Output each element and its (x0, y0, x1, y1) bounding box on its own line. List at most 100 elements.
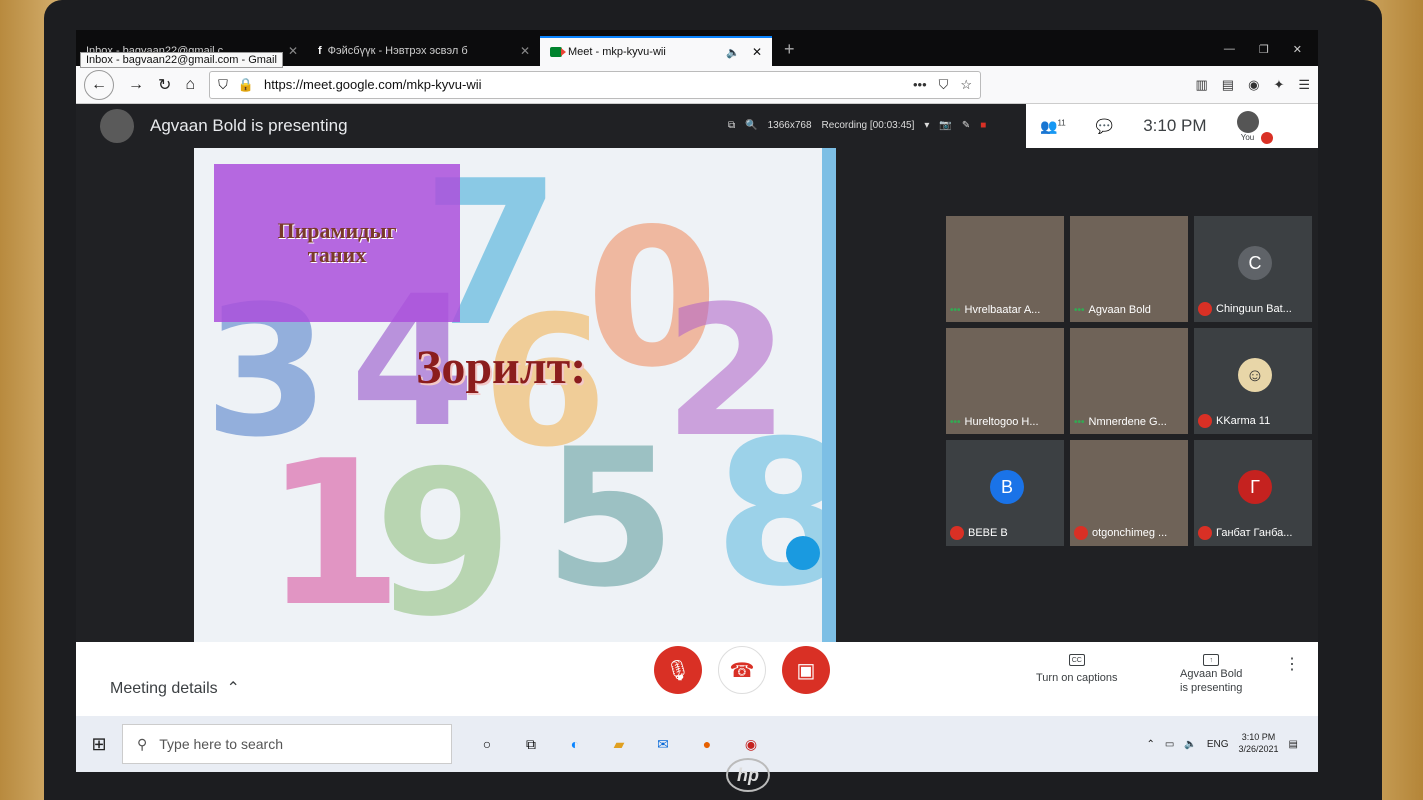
edge-icon[interactable]: ◐ (564, 733, 586, 755)
mail-icon[interactable]: ✉ (652, 733, 674, 755)
close-icon[interactable]: ✕ (752, 45, 762, 59)
participant-name: ••• Agvaan Bold (1074, 304, 1151, 316)
copy-icon[interactable]: ⧉ (728, 120, 735, 131)
tab-label: Meet - mkp-kyvu-wii (568, 46, 666, 58)
close-icon[interactable]: ✕ (288, 44, 298, 58)
avatar (100, 109, 134, 143)
maximize-icon[interactable]: ❐ (1259, 43, 1269, 56)
participant-tile[interactable]: Г Ганбат Ганба... (1194, 440, 1312, 546)
leave-call-button[interactable]: ☎ (718, 646, 766, 694)
camera-toggle-button[interactable]: ▣ (782, 646, 830, 694)
participant-tile[interactable]: ☺ KKarma 11 (1194, 328, 1312, 434)
tray-clock[interactable]: 3:10 PM 3/26/2021 (1239, 732, 1279, 755)
people-button[interactable]: 👥11 (1040, 118, 1066, 135)
meet-bottom-bar: Meeting details ⌃ 🎙 ☎ ▣ CC Turn on capti… (76, 642, 1318, 716)
camera-icon[interactable]: 📷 (939, 120, 951, 131)
lock-icon[interactable]: 🔒 (238, 77, 254, 93)
participant-name: Ганбат Ганба... (1198, 526, 1292, 540)
participant-name: ••• Nmnerdene G... (1074, 416, 1167, 428)
url-text[interactable]: https://meet.google.com/mkp-kyvu-wii (264, 77, 903, 92)
participant-tile[interactable]: B BEBE B (946, 440, 1064, 546)
close-icon[interactable]: ✕ (520, 44, 530, 58)
participant-tile[interactable]: ••• Hvrelbaatar A... (946, 216, 1064, 322)
windows-start-icon[interactable]: ⊞ (76, 734, 122, 755)
record-app-icon[interactable]: ◉ (740, 733, 762, 755)
speaker-icon[interactable]: 🔈 (726, 46, 740, 59)
slide-title-line2: таних (307, 242, 367, 267)
window-controls: — ❐ ✕ (1208, 43, 1318, 66)
participant-name-text: Ганбат Ганба... (1216, 527, 1293, 539)
system-tray: ⌃ ▭ 🔈 ENG 3:10 PM 3/26/2021 ▤ (1147, 732, 1318, 755)
notification-icon[interactable]: ▤ (1289, 739, 1298, 750)
participant-name-text: Hvrelbaatar A... (964, 304, 1041, 316)
screen: Inbox - bagvaan22@gmail.c ✕ f Фэйсбүүк -… (76, 30, 1318, 772)
pocket-icon[interactable]: ⛉ (939, 77, 949, 93)
cortana-icon[interactable]: ○ (476, 733, 498, 755)
firefox-icon[interactable]: ● (696, 733, 718, 755)
navigation-bar: ← → ↻ ⌂ ⛉ 🔒 https://meet.google.com/mkp-… (76, 66, 1318, 104)
participant-tile[interactable]: ••• Nmnerdene G... (1070, 328, 1188, 434)
participant-name-text: Hureltogoo H... (964, 416, 1039, 428)
participant-tile[interactable]: ••• Hureltogoo H... (946, 328, 1064, 434)
chevron-down-icon[interactable]: ▾ (924, 120, 929, 131)
slide-digit: 8 (714, 398, 822, 631)
participant-name: BEBE B (950, 526, 1008, 540)
account-icon[interactable]: ◉ (1248, 77, 1259, 93)
url-bar[interactable]: ⛉ 🔒 https://meet.google.com/mkp-kyvu-wii… (209, 70, 982, 99)
participant-name: Chinguun Bat... (1198, 302, 1292, 316)
participant-tile[interactable]: otgonchimeg ... (1070, 440, 1188, 546)
back-button[interactable]: ← (84, 69, 114, 100)
avatar: Г (1238, 470, 1272, 504)
task-view-icon[interactable]: ⧉ (520, 733, 542, 755)
menu-icon[interactable]: ☰ (1298, 77, 1310, 93)
avatar: C (1238, 246, 1272, 280)
language-indicator[interactable]: ENG (1207, 739, 1229, 750)
sidebar-icon[interactable]: ▤ (1222, 77, 1234, 93)
volume-icon[interactable]: 🔈 (1184, 739, 1196, 750)
new-tab-button[interactable]: + (772, 39, 807, 66)
meet-right-panel: 👥11 💬 3:10 PM You (1026, 104, 1318, 148)
tray-time: 3:10 PM (1241, 732, 1276, 743)
search-icon: ⚲ (137, 735, 148, 752)
record-icon[interactable]: ■ (980, 120, 986, 131)
meeting-details-button[interactable]: Meeting details ⌃ (110, 678, 240, 698)
url-actions: ••• ⛉ ☆ (913, 77, 972, 93)
participant-name-text: Agvaan Bold (1088, 304, 1151, 316)
recording-status: Recording [00:03:45] (821, 120, 915, 131)
present-label-1: Agvaan Bold (1180, 668, 1243, 680)
chat-button[interactable]: 💬 (1096, 118, 1113, 135)
extensions-icon[interactable]: ✦ (1273, 77, 1284, 93)
captions-button[interactable]: CC Turn on captions (1036, 654, 1118, 684)
more-icon[interactable]: ••• (913, 77, 927, 93)
shield-icon[interactable]: ⛉ (218, 77, 228, 93)
chevron-up-icon[interactable]: ⌃ (1147, 739, 1155, 750)
pointer-dot (786, 536, 820, 570)
zoom-icon[interactable]: 🔍 (745, 120, 757, 131)
participant-name: otgonchimeg ... (1074, 526, 1167, 540)
muted-mic-icon (1198, 302, 1212, 316)
taskbar-search[interactable]: ⚲ Type here to search (122, 724, 452, 764)
pen-icon[interactable]: ✎ (962, 120, 970, 131)
file-explorer-icon[interactable]: ▰ (608, 733, 630, 755)
resolution-label: 1366x768 (767, 120, 812, 131)
presenting-button[interactable]: ↑ Agvaan Bold is presenting (1180, 654, 1242, 694)
muted-mic-icon (1198, 526, 1212, 540)
speaking-icon: ••• (1074, 416, 1085, 428)
meeting-details-label: Meeting details (110, 680, 218, 697)
network-icon[interactable]: ▭ (1165, 739, 1174, 750)
participant-tile[interactable]: C Chinguun Bat... (1194, 216, 1312, 322)
home-button[interactable]: ⌂ (185, 76, 195, 94)
forward-button[interactable]: → (128, 76, 144, 94)
hp-logo-text: hp (737, 764, 759, 785)
tab-meet[interactable]: Meet - mkp-kyvu-wii 🔈 ✕ (540, 36, 772, 66)
minimize-icon[interactable]: — (1224, 43, 1235, 56)
library-icon[interactable]: ▥ (1196, 77, 1208, 93)
more-options-icon[interactable]: ⋮ (1284, 654, 1300, 674)
tab-tooltip: Inbox - bagvaan22@gmail.com - Gmail (80, 52, 283, 68)
participant-tile[interactable]: ••• Agvaan Bold (1070, 216, 1188, 322)
tab-facebook[interactable]: f Фэйсбүүк - Нэвтрэх эсвэл б ✕ (308, 36, 540, 66)
mic-toggle-button[interactable]: 🎙 (654, 646, 702, 694)
close-window-icon[interactable]: ✕ (1293, 43, 1302, 56)
bookmark-star-icon[interactable]: ☆ (960, 77, 972, 93)
reload-button[interactable]: ↻ (158, 75, 171, 95)
